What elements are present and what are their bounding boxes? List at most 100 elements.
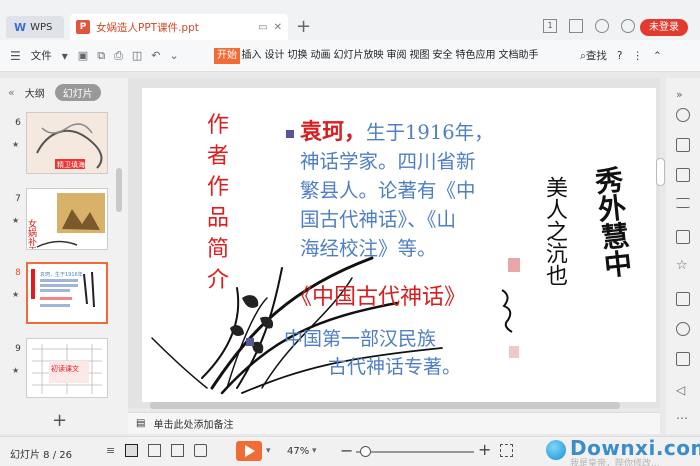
zoom-slider-knob[interactable] (359, 446, 371, 457)
layout-pane-icon[interactable] (676, 292, 690, 306)
wps-tab-label: WPS (30, 21, 53, 33)
author-line: 国古代神话》、《山 (300, 208, 457, 231)
undo-icon[interactable]: ↶ (151, 49, 160, 63)
zoom-slider-track[interactable] (356, 451, 474, 453)
vertical-scrollbar[interactable] (656, 158, 665, 186)
hamburger-menu-icon[interactable]: ☰ (10, 49, 21, 63)
search-button[interactable]: ⌕查找 (580, 48, 607, 63)
watermark-logo-icon (546, 440, 566, 460)
book-title: 《中国古代神话》 (290, 285, 467, 310)
play-slideshow-button[interactable] (236, 441, 262, 461)
tab-slides[interactable]: 幻灯片 (54, 83, 101, 101)
author-line: 神话学家。四川省新 (300, 150, 476, 173)
tab-transition[interactable]: 切换 (286, 48, 309, 64)
export-icon[interactable]: ⧉ (97, 49, 105, 63)
tab-security[interactable]: 安全 (431, 48, 454, 64)
notes-bar[interactable]: ▤ 单击此处添加备注 (128, 412, 660, 434)
share-icon[interactable] (676, 322, 690, 336)
slide-canvas[interactable]: 作 者 作 品 简 介 袁珂，生于1916年， 神话学家。四川省新 繁县人。论著… (142, 88, 656, 402)
wps-home-tab[interactable]: W WPS (6, 16, 64, 38)
tab-design[interactable]: 设计 (263, 48, 286, 64)
author-birth: 生于1916年， (366, 121, 494, 144)
skin-icon[interactable] (595, 19, 609, 33)
page-badge-icon[interactable]: 1 (543, 19, 557, 33)
normal-view-icon[interactable] (125, 444, 139, 457)
notes-placeholder[interactable]: 单击此处添加备注 (153, 416, 233, 431)
book-desc-line1: 中国第一部汉民族 (284, 328, 437, 350)
zoom-in-button[interactable]: + (478, 440, 491, 459)
image-pane-icon[interactable] (676, 352, 690, 366)
tab-slideshow[interactable]: 幻灯片放映 (332, 48, 385, 64)
title-char: 者 (206, 144, 229, 169)
thumbnail-number: 8 (15, 268, 21, 278)
window-icon[interactable]: ▭ (258, 22, 267, 33)
slide-sorter-icon[interactable] (148, 444, 162, 457)
thumbnail-caption: 袁珂，生于1916年 (40, 271, 83, 278)
menu-tabs: 开始 插入 设计 切换 动画 幻灯片放映 审阅 视图 安全 特色应用 文档助手 (214, 48, 540, 64)
title-char: 介 (206, 268, 229, 293)
print-icon[interactable]: ⎙ (114, 49, 123, 63)
document-tab[interactable]: P 女娲造人PPT课件.ppt ▭ ✕ (70, 14, 288, 40)
new-tab-button[interactable]: + (296, 17, 311, 37)
help-button[interactable]: ? (617, 50, 623, 62)
right-sidebar (666, 78, 700, 434)
horizontal-scrollbar[interactable] (150, 402, 620, 409)
tab-animation[interactable]: 动画 (309, 48, 332, 64)
presenter-view-icon[interactable] (194, 444, 208, 457)
sidebar-collapse-icon[interactable]: » (676, 88, 690, 102)
zoom-level[interactable]: 47% (287, 446, 309, 457)
tab-doc-assistant[interactable]: 文档助手 (497, 48, 540, 64)
chevron-down-icon[interactable]: ▾ (62, 49, 68, 63)
more-options-icon[interactable]: ⋮ (632, 50, 643, 62)
slide-panel-scrollbar[interactable] (116, 168, 122, 212)
preview-icon[interactable]: ◫ (132, 49, 142, 63)
copy-pane-icon[interactable] (676, 138, 690, 152)
wps-logo-icon: W (14, 20, 27, 34)
animation-star-icon: ★ (12, 290, 20, 299)
tab-outline[interactable]: 大纲 (25, 85, 45, 100)
title-char: 简 (206, 237, 229, 262)
fit-window-icon[interactable] (500, 444, 513, 457)
play-options-chevron-icon[interactable]: ▾ (266, 446, 271, 456)
add-slide-button[interactable]: + (52, 410, 67, 431)
more-icon[interactable]: ⌄ (170, 49, 179, 63)
slide-thumbnail[interactable]: 初读课文 (26, 338, 108, 398)
user-icon[interactable] (621, 19, 635, 33)
tab-features[interactable]: 特色应用 (454, 48, 497, 64)
settings-sliders-icon[interactable] (676, 198, 690, 208)
animation-pane-icon[interactable] (676, 108, 690, 122)
login-button[interactable]: 未登录 (640, 19, 688, 36)
collapse-ribbon-icon[interactable]: ⌃ (653, 50, 662, 62)
thumbnail-number: 7 (15, 194, 21, 204)
animation-star-icon: ★ (12, 216, 20, 225)
tab-review[interactable]: 审阅 (385, 48, 408, 64)
author-paragraph: 袁珂，生于1916年， 神话学家。四川省新 繁县人。论著有《中 国古代神话》、《… (300, 118, 532, 263)
tab-home[interactable]: 开始 (214, 48, 240, 64)
sound-icon[interactable]: ◁ (676, 384, 690, 398)
slide-thumbnail[interactable]: 精卫填海 (26, 112, 108, 174)
more-tools-icon[interactable]: ⋯ (676, 412, 690, 426)
window-layout-icon[interactable] (569, 19, 583, 33)
object-pane-icon[interactable] (676, 168, 690, 182)
tab-view[interactable]: 视图 (408, 48, 431, 64)
save-icon[interactable]: ▣ (78, 49, 88, 63)
reading-view-icon[interactable] (171, 444, 185, 457)
file-menu[interactable]: 文件 (31, 48, 52, 63)
titlebar-tools: 1 (543, 19, 635, 33)
star-icon[interactable]: ☆ (676, 259, 690, 274)
thumbnail-number: 9 (15, 344, 21, 354)
notes-toggle-icon[interactable]: ≡ (106, 444, 115, 457)
slide-thumbnail-current[interactable]: 袁珂，生于1916年 (26, 262, 108, 324)
zoom-out-button[interactable]: − (340, 441, 353, 460)
collapse-panel-icon[interactable]: « (8, 86, 15, 99)
zoom-chevron-icon[interactable]: ▾ (312, 446, 317, 456)
close-tab-icon[interactable]: ✕ (274, 22, 282, 33)
slide-thumbnail[interactable]: 女娲补天 (26, 188, 108, 250)
slide-vertical-title: 作 者 作 品 简 介 (204, 110, 232, 296)
property-pane-icon[interactable] (676, 230, 690, 244)
book-desc-line2: 古代神话专著。 (328, 356, 462, 378)
calligraphy-signature (498, 286, 518, 336)
bullet-icon (286, 130, 294, 138)
tab-insert[interactable]: 插入 (240, 48, 263, 64)
search-label: 查找 (585, 50, 607, 62)
